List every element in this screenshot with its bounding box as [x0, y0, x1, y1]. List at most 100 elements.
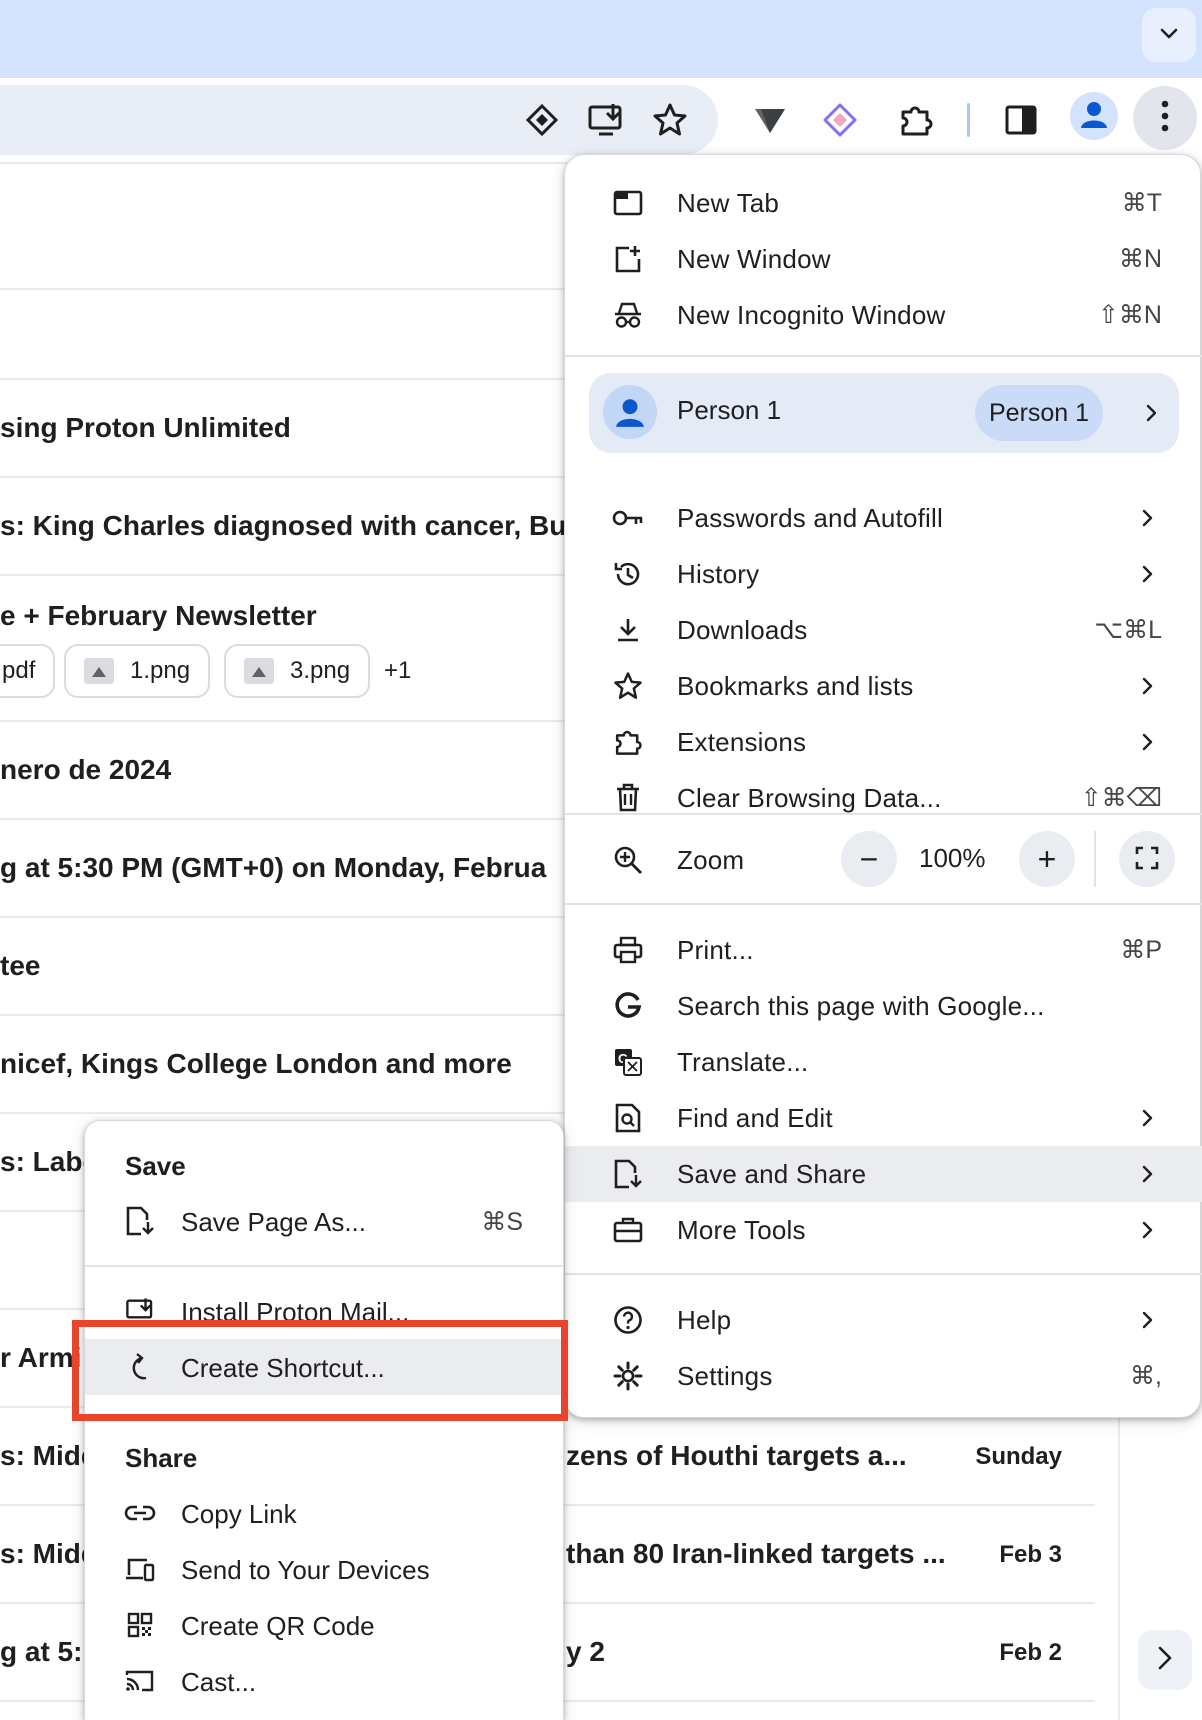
chevron-right-icon — [1138, 669, 1158, 703]
install-app-icon — [123, 1294, 157, 1323]
menu-item-label: Copy Link — [181, 1499, 297, 1529]
menu-item-label: Extensions — [677, 726, 807, 757]
attachment-chip[interactable]: pdf — [0, 644, 56, 698]
menu-item-profile[interactable]: Person 1 Person 1 — [589, 373, 1179, 453]
menu-item-new-window[interactable]: New Window ⌘N — [565, 231, 1202, 287]
menu-item-send-to-devices[interactable]: Send to Your Devices — [85, 1541, 563, 1597]
menu-item-bookmarks-lists[interactable]: Bookmarks and lists — [565, 658, 1202, 714]
chrome-main-menu: New Tab ⌘T New Window ⌘N New Incognito W… — [564, 154, 1202, 1418]
mail-date: Feb 3 — [999, 1541, 1062, 1568]
menu-item-new-tab[interactable]: New Tab ⌘T — [565, 175, 1202, 231]
menu-item-history[interactable]: History — [565, 546, 1202, 602]
menu-item-label: Zoom — [677, 844, 745, 875]
attachment-name: pdf — [2, 657, 36, 684]
menu-divider — [85, 1265, 563, 1267]
menu-item-passwords-autofill[interactable]: Passwords and Autofill — [565, 490, 1202, 546]
menu-item-new-incognito-window[interactable]: New Incognito Window ⇧⌘N — [565, 287, 1202, 343]
zoom-divider — [1094, 831, 1096, 887]
menu-item-label: Bookmarks and lists — [677, 670, 914, 701]
menu-item-translate[interactable]: G Translate... — [565, 1034, 1202, 1090]
menu-item-label: Settings — [677, 1360, 773, 1391]
qr-code-icon — [123, 1608, 157, 1642]
mail-subject-preview: zens of Houthi targets a... — [566, 1440, 907, 1471]
google-g-icon — [611, 989, 645, 1023]
new-tab-icon — [611, 186, 645, 220]
share-section-heading: Share — [125, 1443, 198, 1473]
attachment-chip[interactable]: 1.png — [64, 644, 211, 698]
find-in-page-icon — [611, 1101, 645, 1135]
mail-subject: sing Proton Unlimited — [0, 412, 291, 443]
keyboard-shortcut: ⌘T — [1121, 189, 1162, 217]
menu-item-find-and-edit[interactable]: Find and Edit — [565, 1090, 1202, 1146]
toolbox-icon — [611, 1213, 645, 1247]
mail-subject: e + February Newsletter — [0, 600, 317, 631]
menu-item-label: New Tab — [677, 187, 780, 218]
extensions-puzzle-icon[interactable] — [894, 98, 938, 142]
menu-item-create-qr-code[interactable]: Create QR Code — [85, 1597, 563, 1653]
translate-icon: G — [611, 1045, 645, 1079]
zoom-icon — [611, 843, 645, 877]
fullscreen-button[interactable] — [1119, 831, 1175, 887]
key-icon — [611, 501, 645, 535]
menu-item-copy-link[interactable]: Copy Link — [85, 1485, 563, 1541]
menu-item-print[interactable]: Print... ⌘P — [565, 922, 1202, 978]
vpn-icon[interactable] — [748, 98, 792, 142]
chevron-right-icon — [1138, 725, 1158, 759]
download-icon — [611, 613, 645, 647]
keyboard-shortcut: ⇧⌘⌫ — [1080, 784, 1162, 812]
keyboard-shortcut: ⌘N — [1118, 245, 1162, 273]
menu-item-label: Print... — [677, 934, 754, 965]
chevron-right-icon — [1138, 557, 1158, 591]
chevron-right-icon — [1138, 1101, 1158, 1135]
image-file-icon — [84, 658, 114, 684]
bookmark-star-icon[interactable] — [648, 98, 692, 142]
tab-search-button[interactable] — [1142, 8, 1196, 62]
menu-item-cast[interactable]: Cast... — [85, 1653, 563, 1709]
menu-item-downloads[interactable]: Downloads ⌥⌘L — [565, 602, 1202, 658]
next-page-button[interactable] — [1138, 1630, 1192, 1690]
menu-item-clear-browsing-data[interactable]: Clear Browsing Data... ⇧⌘⌫ — [565, 770, 1202, 826]
menu-item-label: Cast... — [181, 1667, 257, 1697]
menu-item-help[interactable]: Help — [565, 1292, 1202, 1348]
save-share-icon — [611, 1157, 645, 1191]
keyboard-shortcut: ⌘, — [1130, 1362, 1162, 1390]
profile-button[interactable] — [1070, 92, 1118, 140]
menu-divider — [565, 1273, 1202, 1275]
menu-item-search-with-google[interactable]: Search this page with Google... — [565, 978, 1202, 1034]
puzzle-icon — [611, 725, 645, 759]
menu-item-extensions[interactable]: Extensions — [565, 714, 1202, 770]
mail-subject: r Armi — [0, 1342, 82, 1373]
new-window-icon — [611, 242, 645, 276]
menu-item-settings[interactable]: Settings ⌘, — [565, 1348, 1202, 1404]
menu-item-more-tools[interactable]: More Tools — [565, 1202, 1202, 1258]
menu-divider — [565, 355, 1202, 357]
star-icon — [611, 669, 645, 703]
menu-item-install-app[interactable]: Install Proton Mail... — [85, 1283, 563, 1323]
incognito-icon — [611, 298, 645, 332]
proton-pass-icon[interactable] — [818, 98, 862, 142]
link-icon — [123, 1496, 157, 1530]
menu-item-save-page-as[interactable]: Save Page As... ⌘S — [85, 1193, 563, 1249]
toolbar-separator — [967, 103, 970, 137]
chrome-menu-button[interactable] — [1133, 86, 1197, 150]
attachment-chip[interactable]: 3.png — [224, 644, 371, 698]
install-app-icon[interactable] — [584, 98, 628, 142]
zoom-out-button[interactable]: − — [841, 831, 897, 887]
tab-strip — [0, 0, 1202, 78]
zoom-in-button[interactable]: + — [1019, 831, 1075, 887]
chevron-right-icon — [1145, 396, 1159, 435]
translate-lens-icon[interactable] — [520, 98, 564, 142]
chevron-right-icon — [1138, 1303, 1158, 1337]
side-panel-icon[interactable] — [999, 98, 1043, 142]
keyboard-shortcut: ⇧⌘N — [1097, 301, 1162, 329]
menu-divider — [565, 813, 1202, 815]
fullscreen-icon — [1135, 841, 1159, 878]
menu-item-label: Find and Edit — [677, 1102, 833, 1133]
mail-date: Feb 2 — [999, 1639, 1062, 1666]
menu-item-label: Search this page with Google... — [677, 990, 1045, 1021]
kebab-menu-icon — [1160, 99, 1170, 138]
chevron-right-icon — [1138, 1213, 1158, 1247]
menu-item-label: More Tools — [677, 1214, 806, 1245]
menu-item-save-and-share[interactable]: Save and Share — [565, 1146, 1202, 1202]
menu-item-label: Create QR Code — [181, 1611, 375, 1641]
